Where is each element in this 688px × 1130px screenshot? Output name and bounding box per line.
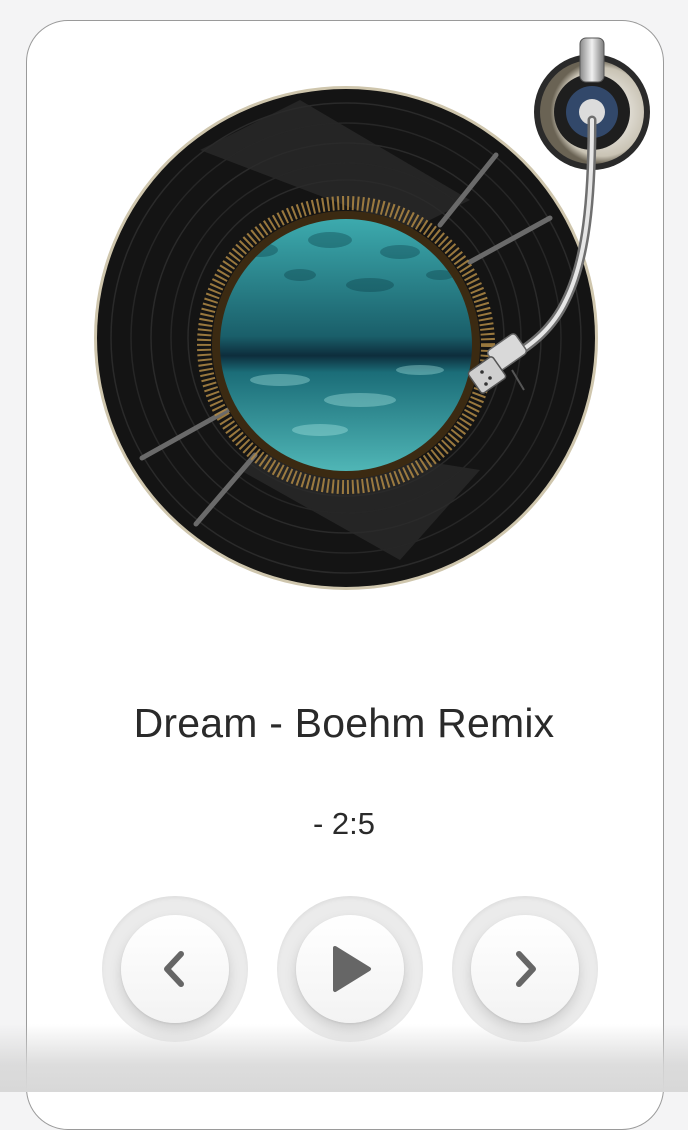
previous-button-well [102, 896, 248, 1042]
bottom-edge-shadow [0, 1024, 688, 1092]
play-icon [333, 946, 371, 992]
chevron-right-icon [516, 951, 536, 987]
next-button-well [452, 896, 598, 1042]
time-remaining: - 2:5 [312, 806, 376, 841]
chevron-left-icon [164, 951, 184, 987]
previous-button[interactable] [121, 915, 229, 1023]
play-button-well [277, 896, 423, 1042]
next-button[interactable] [471, 915, 579, 1023]
track-title: Dream - Boehm Remix [133, 700, 555, 746]
play-button[interactable] [296, 915, 404, 1023]
turntable [0, 0, 688, 620]
